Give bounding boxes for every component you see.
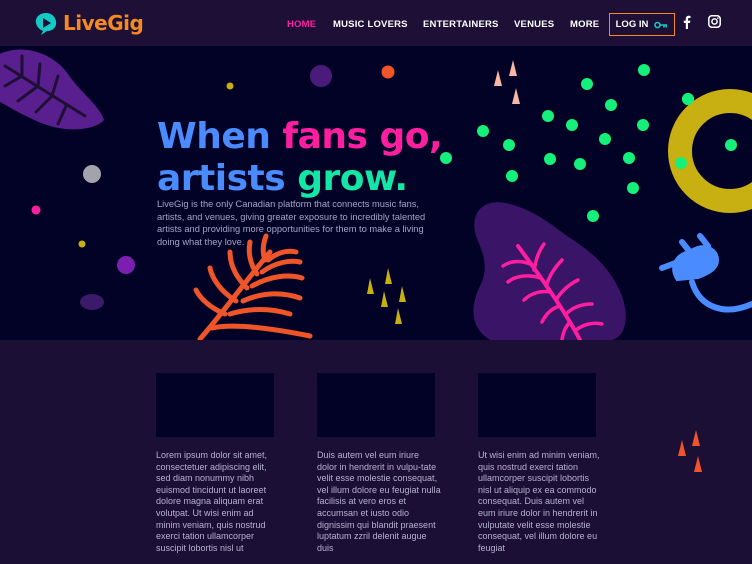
brand-logo[interactable]: LiveGig: [33, 8, 144, 38]
feature-image-2: [317, 373, 435, 437]
login-label: LOG IN: [615, 19, 649, 30]
feature-image-1: [156, 373, 274, 437]
purple-leaf-topleft-icon: [0, 49, 104, 130]
login-button[interactable]: LOG IN: [609, 13, 675, 36]
hero-description: LiveGig is the only Canadian platform th…: [157, 199, 426, 247]
brand-name: LiveGig: [63, 11, 144, 35]
top-navigation: LiveGig HOME MUSIC LOVERS ENTERTAINERS V…: [0, 0, 752, 46]
nav-entertainers[interactable]: ENTERTAINERS: [423, 19, 499, 30]
purple-pink-leaf-icon: [473, 202, 626, 340]
blue-plug-icon: [659, 233, 752, 313]
nav-venues[interactable]: VENUES: [514, 19, 554, 30]
hero-section: When fans go, artists grow. LiveGig is t…: [0, 46, 752, 340]
nav-home[interactable]: HOME: [287, 19, 316, 30]
yellow-ring-icon: [668, 89, 752, 213]
feature-image-3: [478, 373, 596, 437]
nav-more[interactable]: MORE: [570, 19, 599, 30]
hero-headline: When fans go, artists grow.: [157, 116, 443, 199]
feature-text-3: Ut wisi enim ad minim veniam, quis nostr…: [478, 450, 600, 553]
facebook-icon[interactable]: [683, 15, 691, 29]
instagram-icon[interactable]: [708, 15, 721, 28]
nav-music-lovers[interactable]: MUSIC LOVERS: [333, 19, 408, 30]
feature-text-2: Duis autem vel eum iriure dolor in hendr…: [317, 450, 441, 553]
orange-leaf-icon: [193, 233, 313, 340]
features-section: Lorem ipsum dolor sit amet, consectetuer…: [0, 340, 752, 564]
livegig-logo-icon: [35, 13, 57, 35]
key-icon: [654, 21, 668, 28]
feature-text-1: Lorem ipsum dolor sit amet, consectetuer…: [156, 450, 268, 553]
orange-drops-icon: [678, 430, 702, 472]
